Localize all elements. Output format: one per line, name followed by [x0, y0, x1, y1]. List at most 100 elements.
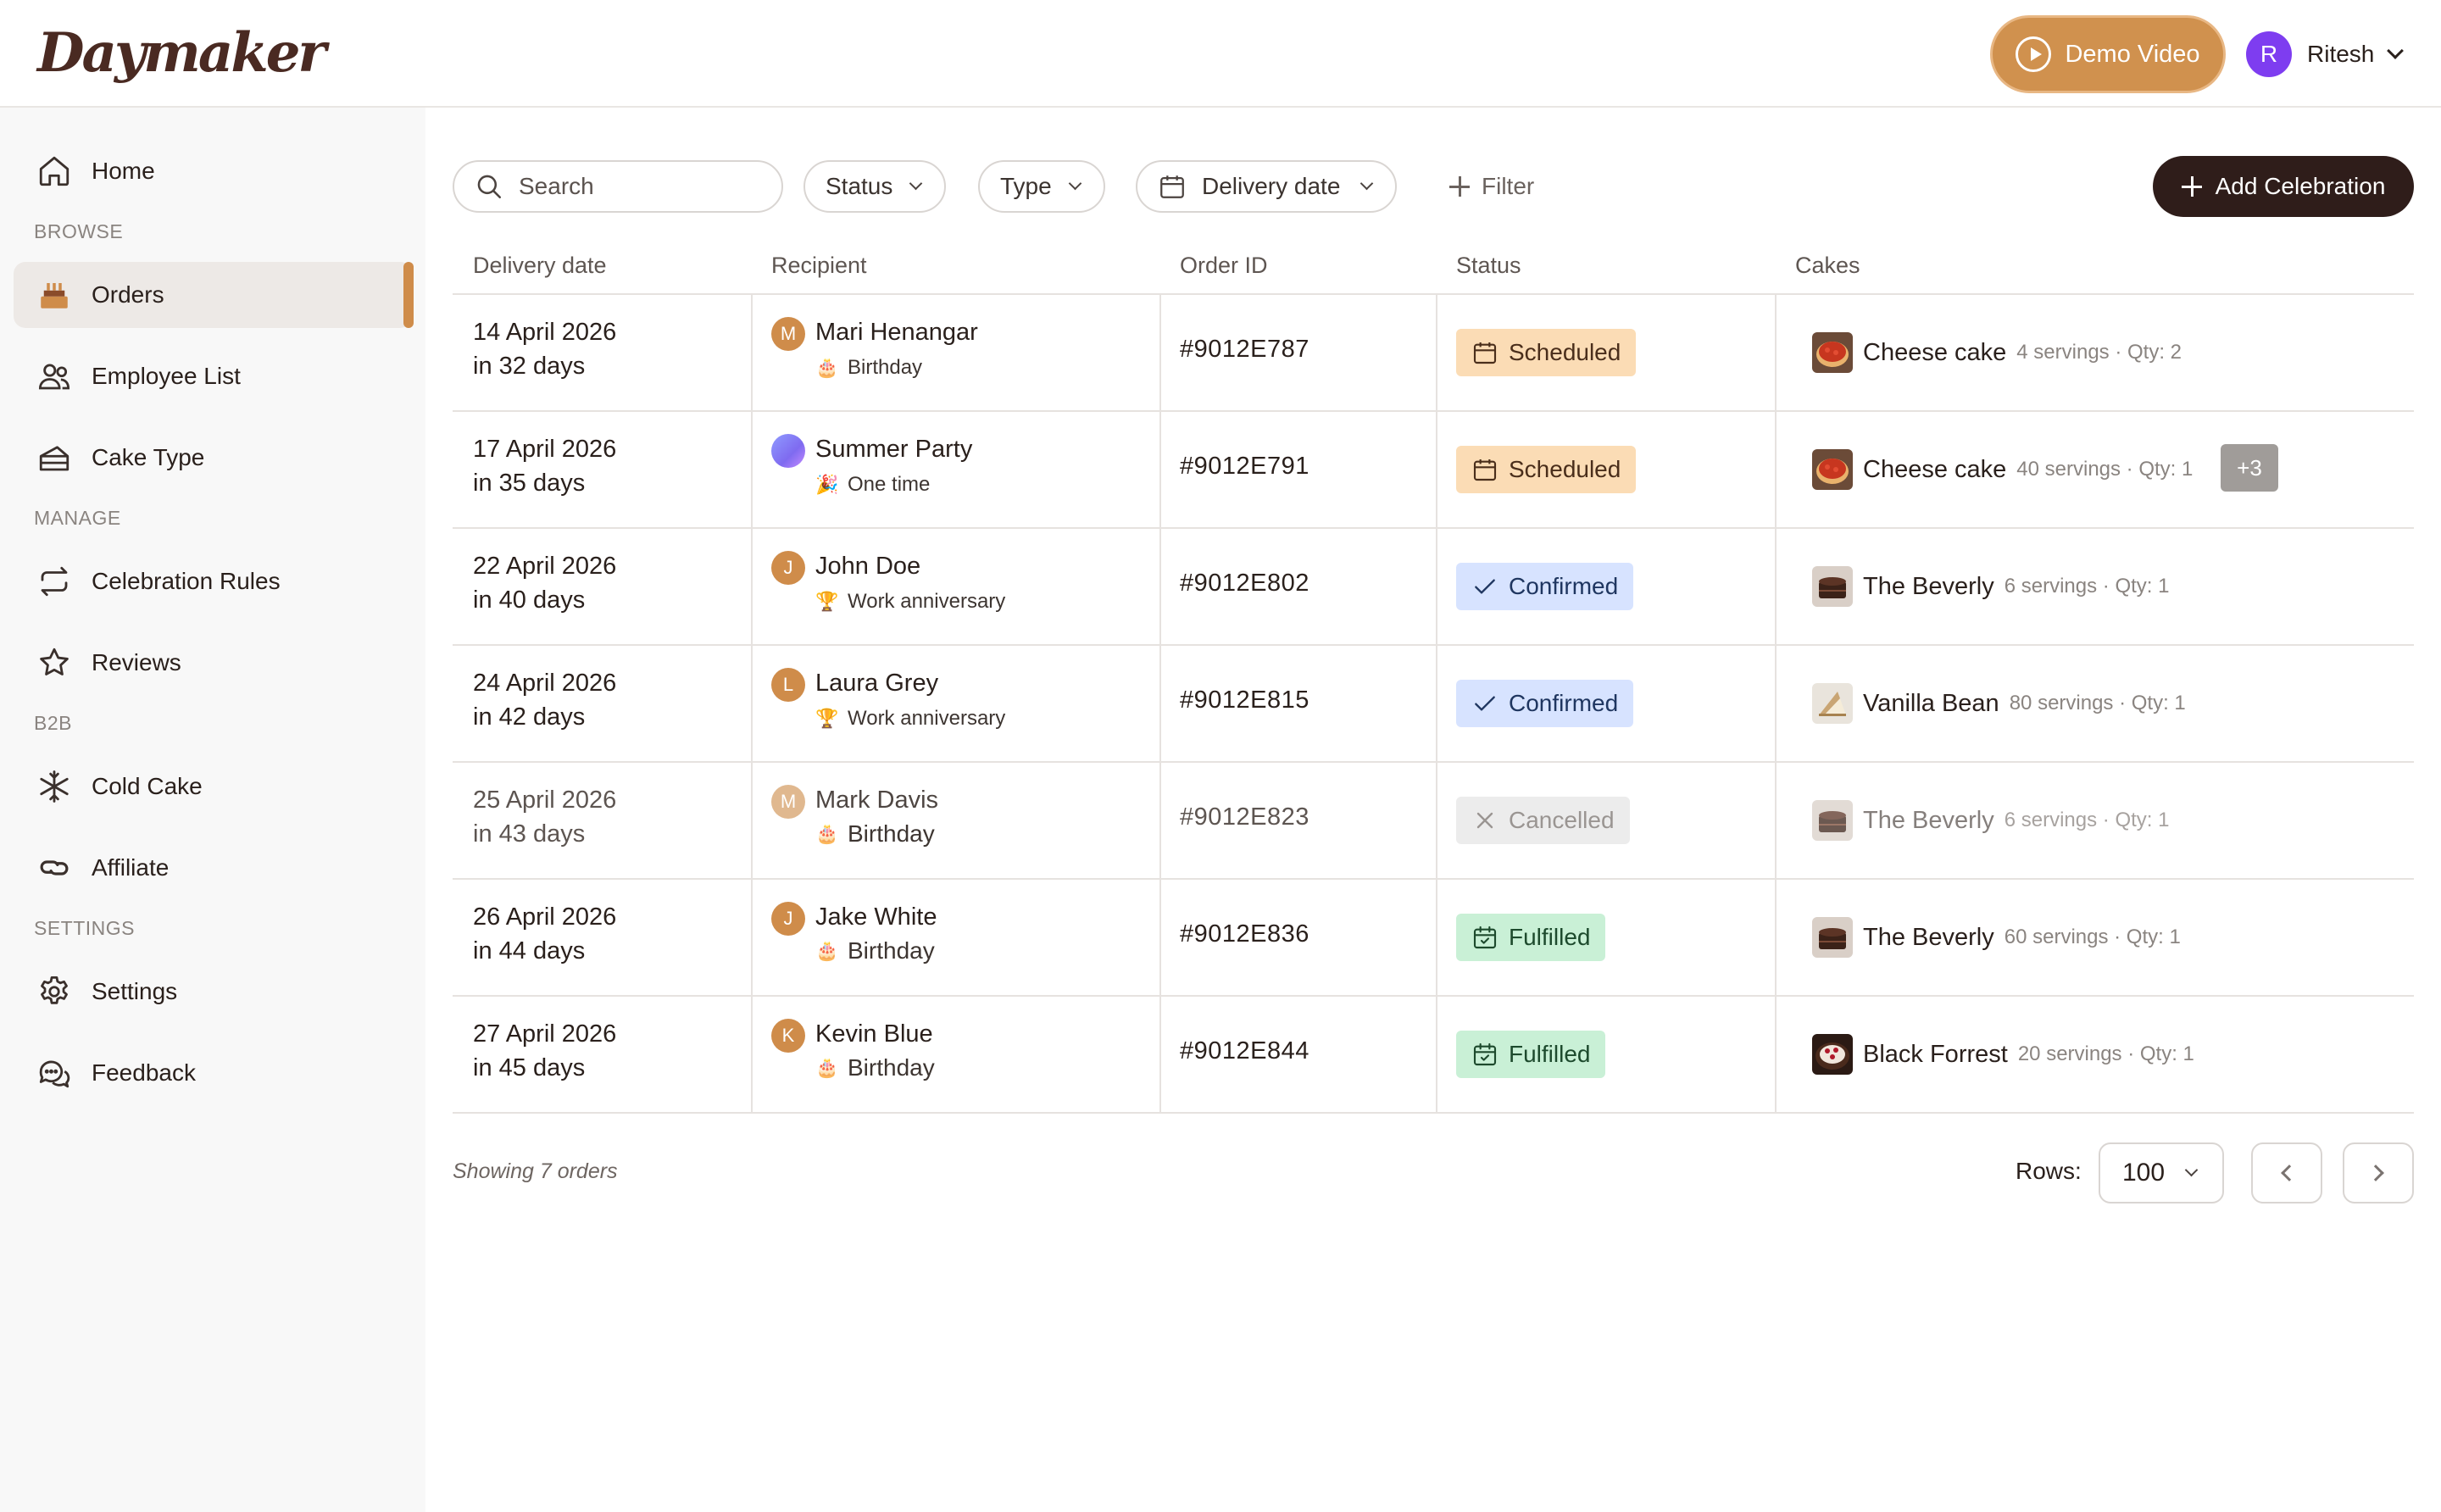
status-cell: Scheduled [1456, 329, 1637, 376]
table-header: Delivery date Recipient Order ID Status … [453, 237, 2414, 295]
chevron-left-icon [2281, 1165, 2298, 1181]
status-label: Cancelled [1509, 807, 1615, 833]
demo-video-button[interactable]: Demo Video [1990, 15, 2226, 93]
order-id[interactable]: #9012E844 [1180, 1037, 1309, 1065]
column-header-order-id[interactable]: Order ID [1180, 253, 1268, 279]
more-cakes-badge[interactable]: +3 [2221, 444, 2278, 492]
repeat-icon [36, 563, 73, 600]
recipient-name[interactable]: Summer Party [815, 436, 972, 464]
delivery-date-cell: 26 April 2026 in 44 days [473, 900, 616, 968]
order-id[interactable]: #9012E787 [1180, 336, 1309, 364]
status-cell: Confirmed [1456, 563, 1634, 610]
delivery-date-filter-dropdown[interactable]: Delivery date [1136, 160, 1398, 213]
recipient-name[interactable]: Laura Grey [815, 670, 938, 698]
rows-per-page-value: 100 [2122, 1159, 2166, 1187]
table-row[interactable]: 22 April 2026 in 40 days J John Doe 🏆 Wo… [453, 529, 2414, 646]
order-id[interactable]: #9012E802 [1180, 570, 1309, 598]
sidebar-item-label: Cold Cake [92, 773, 203, 799]
table-row[interactable]: 14 April 2026 in 32 days M Mari Henangar… [453, 295, 2414, 412]
birthday-cake-icon: 🎂 [815, 1057, 839, 1078]
status-cell: Cancelled [1456, 797, 1630, 844]
table-row[interactable]: 24 April 2026 in 42 days L Laura Grey 🏆 … [453, 646, 2414, 763]
sidebar-item-feedback[interactable]: Feedback [14, 1040, 412, 1106]
recipient-avatar: M [771, 317, 805, 351]
order-id[interactable]: #9012E791 [1180, 453, 1309, 481]
column-header-delivery-date[interactable]: Delivery date [473, 253, 607, 279]
add-celebration-button[interactable]: Add Celebration [2153, 156, 2414, 217]
column-header-recipient[interactable]: Recipient [771, 253, 867, 279]
chevron-down-icon [1068, 176, 1081, 190]
cake-cell: Vanilla Bean 80 servings · Qty: 1 [1812, 680, 2186, 727]
search-box[interactable] [453, 160, 783, 213]
delivery-relative: in 35 days [473, 470, 586, 497]
delivery-date: 26 April 2026 [473, 903, 617, 931]
status-cell: Confirmed [1456, 680, 1634, 727]
status-badge: Confirmed [1456, 563, 1634, 610]
recipient-name[interactable]: Jake White [815, 903, 937, 931]
cheesecake-thumbnail-icon [1812, 332, 1853, 373]
cake-cell: The Beverly 6 servings · Qty: 1 [1812, 797, 2169, 844]
recipient-name[interactable]: John Doe [815, 553, 920, 581]
recipient-name[interactable]: Mark Davis [815, 787, 938, 814]
delivery-date-cell: 25 April 2026 in 43 days [473, 783, 616, 851]
delivery-date: 14 April 2026 [473, 319, 617, 346]
cake-servings-qty: 60 servings · Qty: 1 [2004, 926, 2181, 948]
home-icon [36, 153, 73, 190]
status-badge: Fulfilled [1456, 1031, 1606, 1078]
delivery-date-cell: 22 April 2026 in 40 days [473, 549, 616, 617]
column-header-cakes[interactable]: Cakes [1795, 253, 1860, 279]
delivery-date-cell: 27 April 2026 in 45 days [473, 1017, 616, 1085]
sidebar-item-reviews[interactable]: Reviews [14, 630, 412, 696]
cake-cell: Cheese cake 40 servings · Qty: 1 [1812, 446, 2193, 493]
cake-servings-qty: 40 servings · Qty: 1 [2016, 458, 2194, 481]
sidebar-item-cold-cake[interactable]: Cold Cake [14, 753, 412, 820]
recipient-name[interactable]: Mari Henangar [815, 319, 978, 347]
sidebar-item-label: Cake Type [92, 444, 205, 470]
status-filter-dropdown[interactable]: Status [803, 160, 947, 213]
add-filter-button[interactable]: Filter [1449, 160, 1534, 213]
table-row[interactable]: 26 April 2026 in 44 days J Jake White 🎂 … [453, 880, 2414, 997]
search-input[interactable] [517, 172, 754, 201]
status-cell: Fulfilled [1456, 914, 1606, 961]
table-row[interactable]: 25 April 2026 in 43 days M Mark Davis 🎂 … [453, 763, 2414, 880]
occasion: 🎂 Birthday [815, 356, 922, 380]
table-row[interactable]: 17 April 2026 in 35 days Summer Party 🎉 … [453, 412, 2414, 529]
status-cell: Scheduled [1456, 446, 1637, 493]
sidebar-item-employee-list[interactable]: Employee List [14, 343, 412, 409]
column-header-status[interactable]: Status [1456, 253, 1521, 279]
sidebar-item-celebration-rules[interactable]: Celebration Rules [14, 548, 412, 614]
sidebar-item-label: Reviews [92, 649, 181, 675]
sidebar: Home BROWSE Orders Employee List Cake Ty… [0, 108, 425, 1512]
cake-servings-qty: 80 servings · Qty: 1 [2009, 692, 2186, 714]
previous-page-button[interactable] [2251, 1142, 2322, 1203]
sidebar-item-home[interactable]: Home [14, 138, 412, 204]
calendar-icon [1160, 175, 1184, 198]
occasion: 🏆 Work anniversary [815, 590, 1005, 614]
order-id[interactable]: #9012E823 [1180, 803, 1309, 831]
sidebar-item-affiliate[interactable]: Affiliate [14, 835, 412, 901]
calendar-check-icon [1473, 926, 1497, 949]
table-row[interactable]: 27 April 2026 in 45 days K Kevin Blue 🎂 … [453, 997, 2414, 1114]
sidebar-item-orders[interactable]: Orders [14, 262, 414, 328]
sidebar-item-settings[interactable]: Settings [14, 959, 412, 1025]
next-page-button[interactable] [2343, 1142, 2414, 1203]
type-filter-dropdown[interactable]: Type [978, 160, 1105, 213]
delivery-date: 27 April 2026 [473, 1020, 617, 1048]
cake-servings-qty: 6 servings · Qty: 1 [2004, 809, 2170, 831]
sidebar-item-cake-type[interactable]: Cake Type [14, 425, 412, 491]
user-menu[interactable]: R Ritesh [2246, 29, 2405, 80]
cake-name: Vanilla Bean [1863, 689, 1999, 717]
order-id[interactable]: #9012E836 [1180, 920, 1309, 948]
user-name: Ritesh [2307, 41, 2375, 67]
type-filter-label: Type [1000, 173, 1052, 199]
rows-per-page-select[interactable]: 100 [2099, 1142, 2224, 1203]
section-label-settings: SETTINGS [34, 917, 136, 939]
occasion-label: Birthday [848, 356, 923, 379]
daymaker-logo[interactable]: Daymaker [37, 15, 326, 92]
plus-icon [2181, 176, 2202, 197]
calendar-icon [1473, 342, 1497, 364]
calendar-check-icon [1473, 1042, 1497, 1066]
delivery-relative: in 42 days [473, 703, 586, 731]
recipient-name[interactable]: Kevin Blue [815, 1020, 933, 1048]
order-id[interactable]: #9012E815 [1180, 687, 1309, 714]
